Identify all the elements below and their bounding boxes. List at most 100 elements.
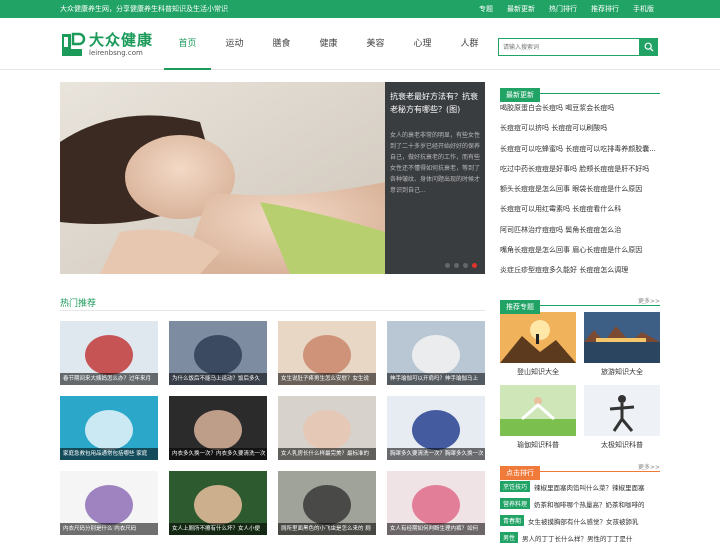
hot-item[interactable]: 伸手瑜伽可以开肩吗？伸手瑜伽马上 (387, 321, 485, 385)
nav-people[interactable]: 人群 (446, 18, 493, 70)
site-logo[interactable]: 大众健康 leirenbsng.com (60, 32, 153, 58)
hot-item[interactable]: 女人上厕所不擦有什么坏？女人小便 (169, 471, 267, 535)
banner-caption[interactable]: 抗衰老最好方法有？抗衰老秘方有哪些？(图) 女人的衰老非常的明显，有些女性到了二… (385, 82, 485, 274)
ranking-item[interactable]: 青春期 女生被摸胸部有什么感觉？女孩被舔乳 (500, 512, 660, 529)
topics-title: 推荐专题 (500, 300, 540, 314)
hot-item-caption[interactable]: 春节期间来大姨妈怎么办？过年来月 (60, 373, 158, 385)
hot-section-title: 热门推荐 (60, 299, 97, 309)
carousel-dots (445, 263, 477, 268)
topic-grid: 登山知识大全 旅游知识大全 瑜伽知识科普 太极知识科普 (500, 312, 660, 450)
top-link-latest[interactable]: 最新更新 (507, 4, 535, 14)
top-bar: 大众健康养生网，分享健康养生科普知识及生活小常识 专题 最新更新 热门排行 推荐… (0, 0, 720, 18)
ranking-box: 点击排行 更多>> 烹饪技巧 辣椒里面塞肉馅叫什么菜？辣椒里面塞 营养料理 奶茶和咖… (500, 460, 660, 546)
ranking-text[interactable]: 奶茶和咖啡哪个热量高？奶茶和咖啡的 (534, 499, 645, 509)
latest-item[interactable]: 额头长痘痘是怎么回事 眼袋长痘痘是什么原因 (500, 179, 660, 199)
nav-home[interactable]: 首页 (164, 18, 211, 70)
ranking-list: 烹饪技巧 辣椒里面塞肉馅叫什么菜？辣椒里面塞 营养料理 奶茶和咖啡哪个热量高？奶茶和… (500, 478, 660, 546)
hot-item-caption[interactable]: 为什么饭后不能马上运动？饭后多久 (169, 373, 267, 385)
topics-box: 推荐专题 更多>> 登山知识大全 旅游知识大全 瑜伽知识科普 太极知识科普 (500, 294, 660, 450)
hot-item[interactable]: 内衣多久换一次？内衣多久要清洗一次 (169, 396, 267, 460)
nav-diet[interactable]: 膳食 (258, 18, 305, 70)
nav-beauty[interactable]: 美容 (352, 18, 399, 70)
banner-image[interactable] (60, 82, 385, 274)
topic-label[interactable]: 登山知识大全 (500, 367, 576, 377)
hot-item[interactable]: 女人乳房长什么样最完美？最标准的 (278, 396, 376, 460)
search-input[interactable] (498, 38, 640, 56)
carousel-dot[interactable] (463, 263, 468, 268)
ranking-more-link[interactable]: 更多>> (638, 462, 660, 471)
top-link-topics[interactable]: 专题 (479, 4, 493, 14)
topic-card-travel[interactable]: 旅游知识大全 (584, 312, 660, 377)
topic-image (584, 385, 660, 436)
latest-item[interactable]: 长痘痘可以吃蜂蜜吗 长痘痘可以吃排毒养颜胶囊... (500, 139, 660, 159)
hot-item[interactable]: 春节期间来大姨妈怎么办？过年来月 (60, 321, 158, 385)
nav-health[interactable]: 健康 (305, 18, 352, 70)
search-icon (644, 42, 654, 52)
hot-item-caption[interactable]: 内衣尺码分别是什么 内衣尺码 (60, 523, 158, 535)
carousel-dot[interactable] (445, 263, 450, 268)
ranking-item[interactable]: 烹饪技巧 辣椒里面塞肉馅叫什么菜？辣椒里面塞 (500, 478, 660, 495)
hot-item[interactable]: 胸罩多久要清洗一次？胸罩多久换一次 (387, 396, 485, 460)
latest-item[interactable]: 长痘痘可以挤吗 长痘痘可以刷酸吗 (500, 118, 660, 138)
hot-item[interactable]: 家庭急救包用品通常包括哪些 家庭 (60, 396, 158, 460)
topic-card-taichi[interactable]: 太极知识科普 (584, 385, 660, 450)
hot-item-caption[interactable]: 女人上厕所不擦有什么坏？女人小便 (169, 523, 267, 535)
hot-item-caption[interactable]: 厕所里面黑色的小飞虫是怎么来的 厕 (278, 523, 376, 535)
logo-title: 大众健康 (89, 31, 154, 49)
topic-card-yoga[interactable]: 瑜伽知识科普 (500, 385, 576, 450)
latest-title: 最新更新 (500, 88, 540, 102)
site-tagline: 大众健康养生网，分享健康养生科普知识及生活小常识 (60, 5, 228, 13)
ranking-text[interactable]: 辣椒里面塞肉馅叫什么菜？辣椒里面塞 (534, 482, 645, 492)
topic-card-mountain[interactable]: 登山知识大全 (500, 312, 576, 377)
carousel-dot[interactable] (454, 263, 459, 268)
ranking-text[interactable]: 女生被摸胸部有什么感觉？女孩被舔乳 (528, 516, 639, 526)
ranking-text[interactable]: 男人的丁丁长什么样？男性的丁丁是什 (522, 533, 633, 543)
logo-mark-icon (62, 32, 86, 56)
top-link-hot[interactable]: 热门排行 (549, 4, 577, 14)
nav-psychology[interactable]: 心理 (399, 18, 446, 70)
top-link-recommend[interactable]: 推荐排行 (591, 4, 619, 14)
topics-more-link[interactable]: 更多>> (638, 296, 660, 305)
topic-label[interactable]: 太极知识科普 (584, 440, 660, 450)
latest-item[interactable]: 阿司匹林治疗痘痘吗 鬓角长痘痘怎么治 (500, 220, 660, 240)
top-links: 专题 最新更新 热门排行 推荐排行 手机版 (479, 4, 654, 14)
topic-label[interactable]: 旅游知识大全 (584, 367, 660, 377)
hot-item-caption[interactable]: 女人乳房长什么样最完美？最标准的 (278, 448, 376, 460)
hot-item-caption[interactable]: 伸手瑜伽可以开肩吗？伸手瑜伽马上 (387, 373, 485, 385)
hot-item[interactable]: 厕所里面黑色的小飞虫是怎么来的 厕 (278, 471, 376, 535)
latest-item[interactable]: 长痘痘可以用红霉素吗 长痘痘看什么科 (500, 199, 660, 219)
ranking-tag[interactable]: 青春期 (500, 515, 525, 526)
hot-item[interactable]: 女人有经期如何判断生理内裤？如何 (387, 471, 485, 535)
hot-item-caption[interactable]: 女人有经期如何判断生理内裤？如何 (387, 523, 485, 535)
hot-item[interactable]: 内衣尺码分别是什么 内衣尺码 (60, 471, 158, 535)
nav-sport[interactable]: 运动 (211, 18, 258, 70)
latest-box: 最新更新 喝胶原蛋白会长痘吗 喝豆浆会长痘吗 长痘痘可以挤吗 长痘痘可以刷酸吗 … (500, 82, 660, 281)
latest-item[interactable]: 炎症丘疹型痘痘多久能好 长痘痘怎么调理 (500, 260, 660, 280)
ranking-item[interactable]: 男性 男人的丁丁长什么样？男性的丁丁是什 (500, 529, 660, 546)
ranking-title: 点击排行 (500, 466, 540, 480)
topic-image (500, 312, 576, 363)
ranking-tag[interactable]: 营养料理 (500, 498, 531, 509)
ranking-item[interactable]: 营养料理 奶茶和咖啡哪个热量高？奶茶和咖啡的 (500, 495, 660, 512)
hot-item-caption[interactable]: 女生说肚子疼男生怎么安慰？女生说 (278, 373, 376, 385)
header: 大众健康 leirenbsng.com 首页 运动 膳食 健康 美容 心理 人群 (0, 18, 720, 70)
banner-photo (60, 82, 385, 274)
latest-item[interactable]: 嘴角长痘痘是怎么回事 眉心长痘痘是什么原因 (500, 240, 660, 260)
logo-domain: leirenbsng.com (89, 49, 143, 57)
search-button[interactable] (640, 38, 658, 56)
topic-label[interactable]: 瑜伽知识科普 (500, 440, 576, 450)
ranking-tag[interactable]: 男性 (500, 532, 519, 543)
hot-item[interactable]: 为什么饭后不能马上运动？饭后多久 (169, 321, 267, 385)
hot-item-caption[interactable]: 内衣多久换一次？内衣多久要清洗一次 (169, 448, 267, 460)
latest-item[interactable]: 吃过中药长痘痘是好事吗 脸颊长痘痘是肝不好吗 (500, 159, 660, 179)
main-nav: 首页 运动 膳食 健康 美容 心理 人群 (164, 18, 493, 70)
banner-title[interactable]: 抗衰老最好方法有？抗衰老秘方有哪些？(图) (390, 90, 480, 116)
top-link-mobile[interactable]: 手机版 (633, 4, 654, 14)
carousel-dot-active[interactable] (472, 263, 477, 268)
hot-item[interactable]: 女生说肚子疼男生怎么安慰？女生说 (278, 321, 376, 385)
hot-item-caption[interactable]: 家庭急救包用品通常包括哪些 家庭 (60, 448, 158, 460)
ranking-tag[interactable]: 烹饪技巧 (500, 481, 531, 492)
search-box (498, 38, 658, 56)
hot-item-caption[interactable]: 胸罩多久要清洗一次？胸罩多久换一次 (387, 448, 485, 460)
topic-image (584, 312, 660, 363)
